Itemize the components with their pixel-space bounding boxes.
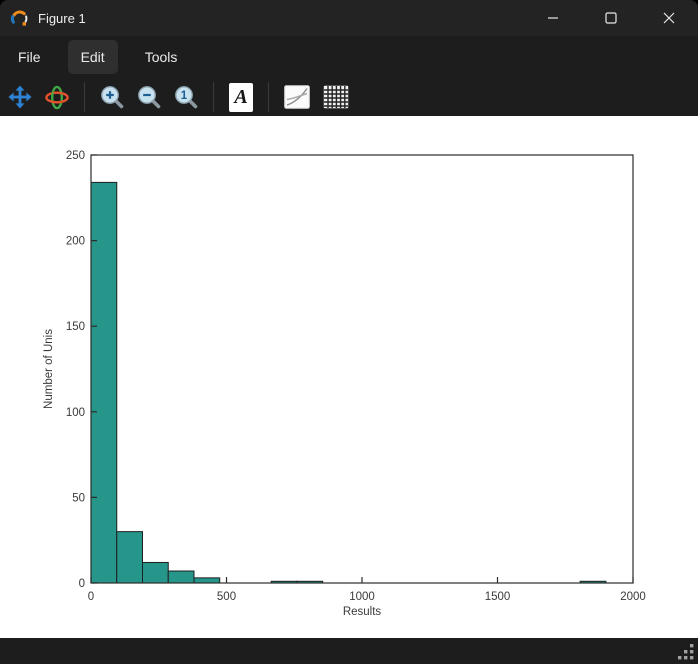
x-tick-label: 0 xyxy=(88,591,94,603)
window-title: Figure 1 xyxy=(38,11,86,26)
grid-button[interactable] xyxy=(323,85,349,109)
y-tick-label: 250 xyxy=(66,150,85,162)
y-axis-label: Number of Unis xyxy=(43,329,55,409)
histogram-bar xyxy=(168,571,194,583)
menu-file[interactable]: File xyxy=(5,40,54,74)
zoom-in-button[interactable] xyxy=(100,85,124,109)
resize-grip-icon[interactable] xyxy=(678,644,695,661)
maximize-button[interactable] xyxy=(582,0,640,36)
rotate-3d-button[interactable] xyxy=(45,85,69,110)
histogram-chart: 0 500 1000 1500 2000 0 50 100 150 200 250 Results Nu… xyxy=(0,116,698,638)
minimize-button[interactable] xyxy=(524,0,582,36)
plot-curves-icon xyxy=(284,85,310,109)
zoom-reset-icon: 1 xyxy=(174,85,198,109)
y-tick-label: 50 xyxy=(72,492,85,504)
x-tick-label: 2000 xyxy=(620,591,646,603)
zoom-out-icon xyxy=(137,85,161,109)
toolbar-separator xyxy=(84,82,85,112)
zoom-reset-button[interactable]: 1 xyxy=(174,85,198,109)
svg-text:1: 1 xyxy=(181,90,188,102)
matplotlib-logo-icon xyxy=(10,9,29,28)
histogram-bar xyxy=(142,562,168,583)
plot-canvas[interactable]: 0 500 1000 1500 2000 0 50 100 150 200 250 Results Nu… xyxy=(0,116,698,638)
toolbar-separator xyxy=(213,82,214,112)
x-tick-label: 1500 xyxy=(485,591,511,603)
x-axis-label: Results xyxy=(343,606,382,618)
plot-curves-button[interactable] xyxy=(284,85,310,109)
zoom-in-icon xyxy=(100,85,124,109)
grid-icon xyxy=(323,85,349,109)
pan-button[interactable] xyxy=(8,85,32,109)
maximize-icon xyxy=(605,12,617,24)
zoom-out-button[interactable] xyxy=(137,85,161,109)
menu-edit[interactable]: Edit xyxy=(68,40,118,74)
close-button[interactable] xyxy=(640,0,698,36)
histogram-bar xyxy=(91,182,117,583)
histogram-bar xyxy=(194,578,220,583)
titlebar[interactable]: Figure 1 xyxy=(0,0,698,36)
y-tick-label: 150 xyxy=(66,321,85,333)
x-tick-label: 1000 xyxy=(349,591,375,603)
figure-window: Figure 1 File Edit Tools xyxy=(0,0,698,664)
histogram-bar xyxy=(117,532,143,583)
statusbar xyxy=(0,638,698,664)
rotate-3d-icon xyxy=(45,85,69,110)
y-tick-label: 100 xyxy=(66,407,85,419)
x-tick-label: 500 xyxy=(217,591,236,603)
toolbar: 1 A xyxy=(0,78,698,116)
y-tick-label: 200 xyxy=(66,236,85,248)
toolbar-separator xyxy=(268,82,269,112)
minimize-icon xyxy=(547,12,559,24)
y-tick-label: 0 xyxy=(79,578,85,590)
menu-tools[interactable]: Tools xyxy=(132,40,191,74)
menubar: File Edit Tools xyxy=(0,36,698,78)
text-annotation-icon: A xyxy=(229,83,253,112)
text-annotation-button[interactable]: A xyxy=(229,83,253,112)
window-controls xyxy=(524,0,698,36)
plot-frame xyxy=(91,155,633,583)
pan-icon xyxy=(8,85,32,109)
close-icon xyxy=(663,12,675,24)
